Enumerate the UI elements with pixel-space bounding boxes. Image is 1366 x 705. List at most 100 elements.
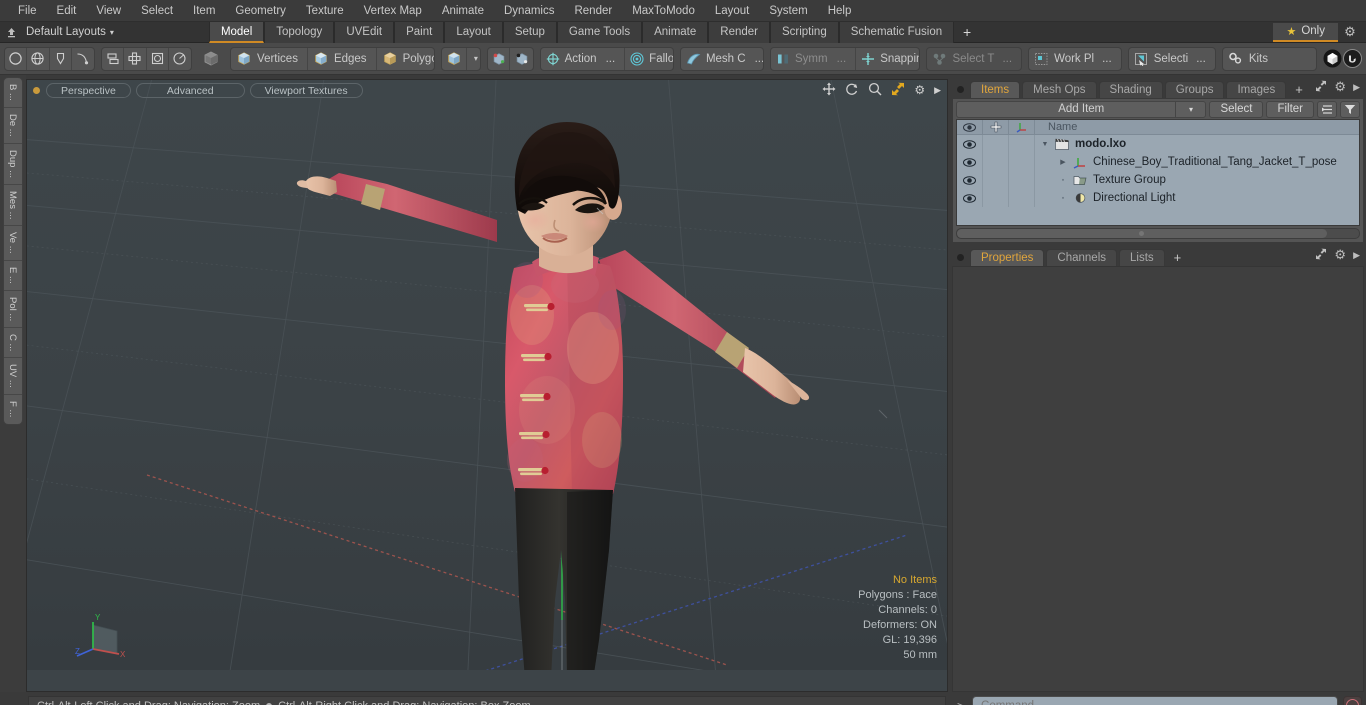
frame-icon[interactable] [147, 47, 169, 70]
default-layouts-dropdown[interactable]: Default Layouts ▾ [22, 23, 124, 42]
expand-icon[interactable] [1315, 80, 1327, 95]
mesh-constraint-button[interactable]: Mesh C ... [681, 48, 763, 70]
add-item-dropdown[interactable]: Add Item ▾ [956, 100, 1207, 118]
menu-item-help[interactable]: Help [818, 0, 862, 22]
add-properties-tab-button[interactable]: + [1167, 250, 1189, 266]
zoom-icon[interactable] [868, 82, 882, 99]
only-toggle-button[interactable]: ★ Only [1273, 22, 1338, 42]
layout-tab-setup[interactable]: Setup [502, 21, 557, 43]
pivot-snap-icon[interactable] [488, 47, 511, 70]
viewport-textures-dropdown[interactable]: Viewport Textures [249, 82, 363, 98]
menu-item-render[interactable]: Render [564, 0, 622, 22]
pan-icon[interactable] [822, 82, 836, 99]
center-snap-icon[interactable] [510, 48, 532, 70]
list-options-icon[interactable] [1317, 100, 1337, 118]
tree-twisty[interactable]: ▶ [1057, 158, 1069, 166]
menu-item-geometry[interactable]: Geometry [225, 0, 296, 22]
select-through-button[interactable]: Select T ... [926, 46, 1023, 71]
menu-item-layout[interactable]: Layout [705, 0, 760, 22]
curve-icon[interactable] [72, 48, 94, 70]
menu-item-vertex-map[interactable]: Vertex Map [354, 0, 432, 22]
layout-tab-model[interactable]: Model [208, 21, 265, 43]
left-rail-tab-8[interactable]: UV ... [4, 358, 22, 396]
left-rail-tab-3[interactable]: Mes ... [4, 185, 22, 227]
menu-item-file[interactable]: File [8, 0, 47, 22]
menu-item-system[interactable]: System [759, 0, 817, 22]
align-icon[interactable] [102, 47, 125, 70]
left-rail-tab-2[interactable]: Dup ... [4, 144, 22, 185]
selection-set-button[interactable]: Selecti ... [1127, 46, 1216, 71]
row-name-cell[interactable]: ▶ Chinese_Boy_Traditional_Tang_Jacket_T_p… [1035, 156, 1337, 169]
layout-tab-render[interactable]: Render [708, 21, 770, 43]
layout-tab-schematic-fusion[interactable]: Schematic Fusion [838, 21, 955, 43]
left-rail-tab-6[interactable]: Pol ... [4, 291, 22, 328]
menu-item-dynamics[interactable]: Dynamics [494, 0, 564, 22]
layout-tab-animate[interactable]: Animate [642, 21, 709, 43]
items-mode-button[interactable] [442, 47, 467, 70]
fit-icon[interactable] [891, 82, 905, 99]
tab-properties[interactable]: Properties [970, 249, 1045, 266]
left-rail-tab-1[interactable]: De ... [4, 108, 22, 144]
row-visibility-toggle[interactable] [957, 153, 983, 171]
gear-icon[interactable]: ⚙ [1338, 24, 1362, 40]
falloff-button[interactable]: Falloff [625, 48, 673, 70]
row-transform-cell[interactable] [1009, 171, 1035, 189]
row-add-cell[interactable] [983, 153, 1009, 171]
home-up-icon[interactable] [0, 23, 22, 42]
tree-scroll-thumb[interactable] [957, 229, 1327, 238]
circle-icon[interactable] [5, 47, 28, 70]
table-row[interactable]: ▪ Directional Light [957, 189, 1359, 207]
properties-menu-arrow-icon[interactable]: ▶ [1353, 250, 1360, 261]
tab-mesh-ops[interactable]: Mesh Ops [1022, 81, 1097, 98]
layout-tab-topology[interactable]: Topology [264, 21, 335, 43]
record-circle-icon[interactable] [1343, 696, 1362, 705]
properties-gear-icon[interactable]: ⚙ [1334, 247, 1346, 263]
axis-gizmo[interactable]: Y X Z [75, 609, 131, 661]
tree-horizontal-scrollbar[interactable] [956, 228, 1360, 239]
row-name-cell[interactable]: ▼ modo.lxo [1035, 138, 1127, 150]
command-input[interactable] [972, 696, 1338, 705]
tab-groups[interactable]: Groups [1164, 81, 1225, 98]
row-add-cell[interactable] [983, 171, 1009, 189]
rotate-icon[interactable] [845, 82, 859, 99]
row-transform-cell[interactable] [1009, 189, 1035, 207]
table-row[interactable]: ▪ Texture Group [957, 171, 1359, 189]
row-add-cell[interactable] [983, 189, 1009, 207]
pen-icon[interactable] [50, 47, 72, 70]
add-panel-tab-button[interactable]: + [1288, 82, 1310, 98]
modo-ball-icon[interactable] [1323, 47, 1343, 71]
row-transform-cell[interactable] [1009, 135, 1035, 153]
layout-tab-scripting[interactable]: Scripting [769, 21, 839, 43]
tab-images[interactable]: Images [1226, 81, 1287, 98]
row-name-cell[interactable]: ▪ Directional Light [1035, 192, 1176, 204]
left-rail-tab-5[interactable]: E ... [4, 261, 22, 291]
symmetry-button[interactable]: Symm ... [771, 47, 857, 70]
properties-expand-icon[interactable] [1315, 248, 1327, 263]
unreal-icon[interactable] [1342, 47, 1362, 71]
viewport-perspective-dropdown[interactable]: Perspective [46, 82, 131, 98]
row-visibility-toggle[interactable] [957, 189, 983, 207]
filter-funnel-icon[interactable] [1340, 100, 1360, 118]
row-visibility-toggle[interactable] [957, 171, 983, 189]
panel-menu-arrow-icon[interactable]: ▶ [1353, 82, 1360, 93]
tab-lists[interactable]: Lists [1119, 249, 1165, 266]
panel-gear-icon[interactable]: ⚙ [1334, 79, 1346, 95]
solo-cube-button[interactable] [198, 47, 224, 71]
viewport-gear-icon[interactable]: ⚙ [914, 83, 925, 97]
menu-item-item[interactable]: Item [183, 0, 225, 22]
radial-icon[interactable] [169, 48, 191, 70]
selection-mode-edges[interactable]: Edges [308, 47, 377, 70]
layout-tab-game-tools[interactable]: Game Tools [556, 21, 643, 43]
left-rail-tab-7[interactable]: C ... [4, 328, 22, 359]
menu-item-edit[interactable]: Edit [47, 0, 87, 22]
viewport-menu-arrow-icon[interactable]: ▶ [934, 85, 941, 96]
layout-tab-paint[interactable]: Paint [394, 21, 445, 43]
center-icon[interactable] [124, 47, 147, 70]
row-transform-cell[interactable] [1009, 153, 1035, 171]
snapping-button[interactable]: Snapping [856, 48, 919, 70]
table-row[interactable]: ▼ modo.lxo [957, 135, 1359, 153]
tree-twisty[interactable]: ▼ [1039, 141, 1051, 148]
add-layout-tab-button[interactable]: + [954, 22, 980, 43]
row-add-cell[interactable] [983, 135, 1009, 153]
left-rail-tab-9[interactable]: F ... [4, 395, 22, 423]
